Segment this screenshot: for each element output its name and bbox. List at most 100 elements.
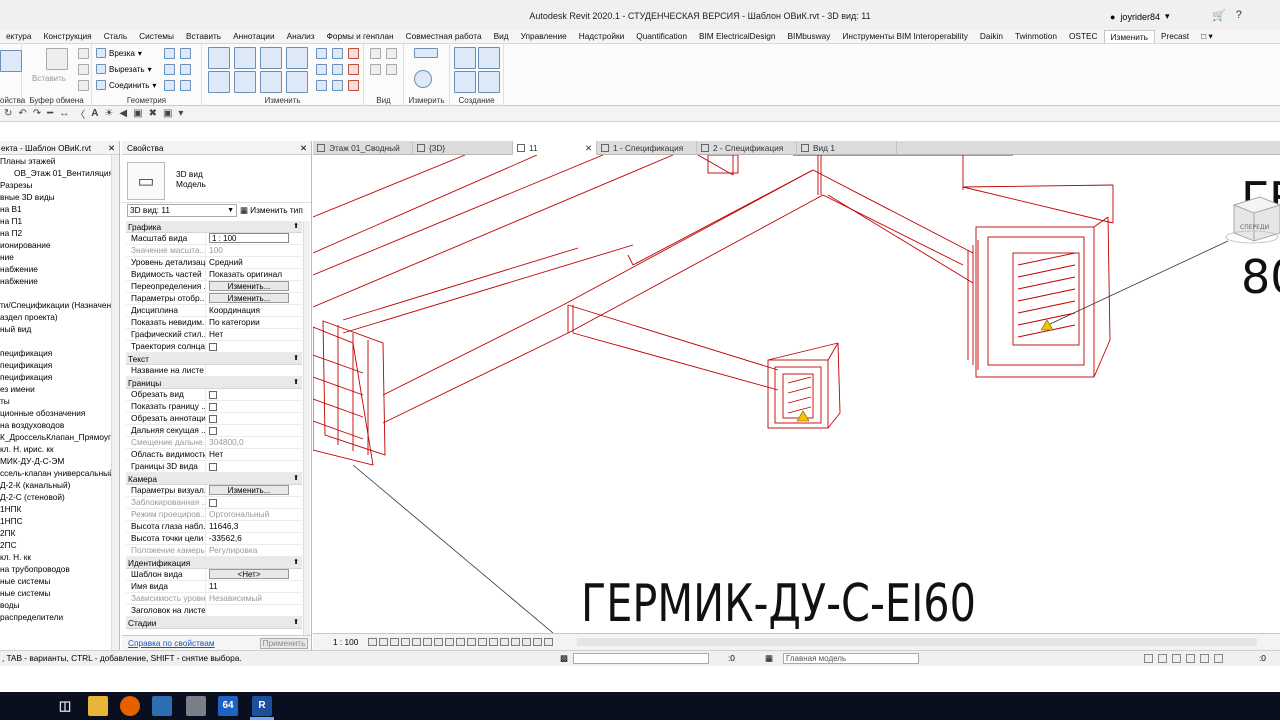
match-icon[interactable] [78, 80, 89, 91]
copy-icon[interactable] [234, 71, 256, 93]
revit-icon[interactable]: R [252, 696, 272, 716]
browser-tree-item[interactable]: Д-2-С (стеновой) [0, 491, 119, 503]
close-icon[interactable]: ✕ [300, 141, 307, 155]
cart-icon[interactable]: 🛒 [1212, 9, 1226, 22]
browser-tree-item[interactable]: на трубопроводов [0, 563, 119, 575]
worksharing-icon[interactable] [489, 638, 498, 646]
browser-scrollbar[interactable] [111, 155, 119, 650]
view-tab[interactable]: 2 - Спецификация [697, 141, 797, 155]
property-value[interactable]: Изменить... [206, 485, 302, 496]
3d-view-icon[interactable]: ☀ [104, 108, 113, 119]
ribbon-options-icon[interactable]: □ ▾ [1195, 30, 1218, 43]
scale-input[interactable]: 1 : 100 [209, 233, 289, 243]
view-tab[interactable]: Этаж 01_Сводный [313, 141, 413, 155]
browser-tree-item[interactable]: ные системы [0, 587, 119, 599]
geometry-tool-icon[interactable] [180, 64, 191, 75]
ribbon-tab[interactable]: Вид [488, 30, 515, 43]
select-underlay-icon[interactable] [1158, 654, 1167, 663]
split-gap-icon[interactable] [332, 48, 343, 59]
browser-tree-item[interactable]: набжение [0, 263, 119, 275]
paste-button[interactable]: Вставить [32, 74, 66, 83]
dimension-icon[interactable]: ↔ [59, 108, 69, 119]
ribbon-tab[interactable]: Анализ [281, 30, 321, 43]
shadows-icon[interactable] [401, 638, 410, 646]
create-parts-icon[interactable] [478, 47, 500, 69]
geometry-tool-icon[interactable] [164, 64, 175, 75]
property-value[interactable] [206, 425, 302, 436]
property-section-header[interactable]: Графика ⬆ [126, 221, 302, 233]
edit-button[interactable]: Изменить... [209, 485, 289, 495]
property-value[interactable]: 11 [206, 581, 302, 592]
edit-button[interactable]: Изменить... [209, 293, 289, 303]
align-icon[interactable] [208, 47, 230, 69]
browser-tree-item[interactable]: 1НПС [0, 515, 119, 527]
select-by-face-icon[interactable] [1186, 654, 1195, 663]
crop-view-icon[interactable] [423, 638, 432, 646]
checkbox[interactable] [209, 427, 217, 436]
view-props-icon[interactable] [533, 638, 542, 646]
browser-tree-item[interactable]: Планы этажей [0, 155, 119, 167]
mirror-axis-icon[interactable] [260, 47, 282, 69]
property-value[interactable] [206, 401, 302, 412]
ribbon-tab[interactable]: Управление [515, 30, 573, 43]
property-value[interactable]: Изменить... [206, 281, 302, 292]
property-section-header[interactable]: Стадии ⬆ [126, 617, 302, 629]
property-section-header[interactable]: Камера ⬆ [126, 473, 302, 485]
browser-tree-item[interactable]: ты [0, 395, 119, 407]
browser-tree-item[interactable] [0, 335, 119, 347]
property-value[interactable]: 11646,3 [206, 521, 302, 532]
create-assembly-icon[interactable] [454, 47, 476, 69]
paste-icon[interactable] [46, 48, 68, 70]
geometry-tool-icon[interactable] [164, 48, 175, 59]
browser-tree-item[interactable]: ссель-клапан универсальный в [0, 467, 119, 479]
trim-icon[interactable] [286, 71, 308, 93]
filter-icon[interactable] [1214, 654, 1223, 663]
drawing-canvas[interactable]: ГЕРМИК-ДУ-С-EI60 ГЕ 80 [313, 155, 1280, 633]
customize-icon[interactable]: ▾ [178, 108, 183, 119]
view-cube[interactable]: СПЕРЕДИ [1218, 185, 1280, 245]
property-value[interactable]: Показать оригинал [206, 269, 302, 280]
property-value[interactable] [206, 605, 302, 616]
ribbon-tab[interactable]: Вставить [180, 30, 227, 43]
unpin-icon[interactable] [348, 64, 359, 75]
property-value[interactable]: -33562,6 [206, 533, 302, 544]
property-section-header[interactable]: Текст ⬆ [126, 353, 302, 365]
browser-tree-item[interactable]: на В1 [0, 203, 119, 215]
property-value[interactable]: Изменить... [206, 293, 302, 304]
property-value[interactable] [206, 341, 302, 352]
property-value[interactable]: По категории [206, 317, 302, 328]
cutout-button[interactable]: Вырезать ▾ [96, 64, 152, 74]
property-value[interactable]: Координация [206, 305, 302, 316]
view-tab[interactable]: 11 ✕ [513, 141, 597, 155]
temp-view-props-icon[interactable] [478, 638, 487, 646]
select-pinned-icon[interactable] [1172, 654, 1181, 663]
apply-button[interactable]: Применить [260, 638, 308, 649]
worksets-icon[interactable]: ▩ [560, 651, 568, 666]
browser-tree-item[interactable]: ти/Спецификации (Назначение [0, 299, 119, 311]
visual-style-icon[interactable] [379, 638, 388, 646]
property-value[interactable] [206, 389, 302, 400]
browser-tree-item[interactable]: пецификация [0, 359, 119, 371]
temp-hide-icon[interactable] [456, 638, 465, 646]
ribbon-tab[interactable]: Quantification [630, 30, 693, 43]
ribbon-tab[interactable]: Сталь [98, 30, 133, 43]
mirror-line-icon[interactable] [286, 47, 308, 69]
browser-tree-item[interactable]: К_ДроссельКлапан_Прямоугол [0, 431, 119, 443]
rotate-icon[interactable] [260, 71, 282, 93]
browser-tree-item[interactable]: Д-2-К (канальный) [0, 479, 119, 491]
drag-elements-icon[interactable] [1200, 654, 1209, 663]
delete-icon[interactable] [348, 80, 359, 91]
chevron-left-icon[interactable] [544, 638, 553, 646]
array-icon[interactable] [316, 64, 327, 75]
override-icon[interactable] [386, 48, 397, 59]
browser-tree-item[interactable]: пецификация [0, 371, 119, 383]
design-options-icon[interactable]: ▦ [765, 651, 773, 666]
hide-icon[interactable] [370, 48, 381, 59]
scale-icon[interactable] [332, 64, 343, 75]
task-view-icon[interactable]: ◫ [55, 696, 75, 716]
analytical-icon[interactable] [500, 638, 509, 646]
dimension-icon[interactable] [414, 70, 432, 88]
ribbon-tab[interactable]: OSTEC [1063, 30, 1104, 43]
browser-tree-item[interactable]: ный вид [0, 323, 119, 335]
move-icon[interactable] [208, 71, 230, 93]
